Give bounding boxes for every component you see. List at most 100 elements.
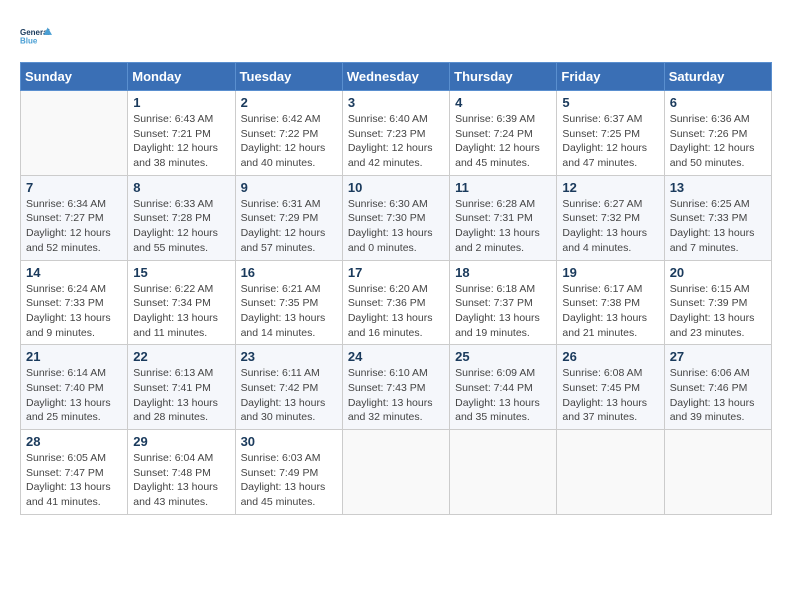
day-info-26: Sunrise: 6:08 AMSunset: 7:45 PMDaylight:… (562, 366, 658, 425)
day-cell-16: 16Sunrise: 6:21 AMSunset: 7:35 PMDayligh… (235, 260, 342, 345)
empty-cell (21, 91, 128, 176)
weekday-header-row: SundayMondayTuesdayWednesdayThursdayFrid… (21, 63, 772, 91)
logo-svg: General Blue (20, 20, 52, 52)
day-info-18: Sunrise: 6:18 AMSunset: 7:37 PMDaylight:… (455, 282, 551, 341)
day-info-9: Sunrise: 6:31 AMSunset: 7:29 PMDaylight:… (241, 197, 337, 256)
weekday-friday: Friday (557, 63, 664, 91)
day-number-22: 22 (133, 349, 229, 364)
day-number-11: 11 (455, 180, 551, 195)
day-number-10: 10 (348, 180, 444, 195)
day-info-19: Sunrise: 6:17 AMSunset: 7:38 PMDaylight:… (562, 282, 658, 341)
day-cell-22: 22 Sunrise: 6:13 AMSunset: 7:41 PMDayligh… (128, 345, 235, 430)
week-row-3: 14 Sunrise: 6:24 AMSunset: 7:33 PMDayligh… (21, 260, 772, 345)
day-cell-29: 29 Sunrise: 6:04 AMSunset: 7:48 PMDayligh… (128, 430, 235, 515)
day-cell-17: 17 Sunrise: 6:20 AMSunset: 7:36 PMDayligh… (342, 260, 449, 345)
day-number-19: 19 (562, 265, 658, 280)
day-info-16: Sunrise: 6:21 AMSunset: 7:35 PMDaylight:… (241, 282, 337, 341)
day-info-22: Sunrise: 6:13 AMSunset: 7:41 PMDaylight:… (133, 366, 229, 425)
day-cell-5: 5 Sunrise: 6:37 AMSunset: 7:25 PMDaylight… (557, 91, 664, 176)
day-number-25: 25 (455, 349, 551, 364)
day-info-8: Sunrise: 6:33 AMSunset: 7:28 PMDaylight:… (133, 197, 229, 256)
day-number-24: 24 (348, 349, 444, 364)
day-info-2: Sunrise: 6:42 AMSunset: 7:22 PMDaylight:… (241, 112, 337, 171)
day-info-24: Sunrise: 6:10 AMSunset: 7:43 PMDaylight:… (348, 366, 444, 425)
day-number-21: 21 (26, 349, 122, 364)
day-cell-11: 11 Sunrise: 6:28 AMSunset: 7:31 PMDayligh… (450, 175, 557, 260)
day-info-3: Sunrise: 6:40 AMSunset: 7:23 PMDaylight:… (348, 112, 444, 171)
day-info-1: Sunrise: 6:43 AMSunset: 7:21 PMDaylight:… (133, 112, 229, 171)
day-cell-4: 4Sunrise: 6:39 AMSunset: 7:24 PMDaylight… (450, 91, 557, 176)
day-number-12: 12 (562, 180, 658, 195)
day-number-18: 18 (455, 265, 551, 280)
day-info-17: Sunrise: 6:20 AMSunset: 7:36 PMDaylight:… (348, 282, 444, 341)
day-info-14: Sunrise: 6:24 AMSunset: 7:33 PMDaylight:… (26, 282, 122, 341)
day-number-30: 30 (241, 434, 337, 449)
weekday-thursday: Thursday (450, 63, 557, 91)
day-info-12: Sunrise: 6:27 AMSunset: 7:32 PMDaylight:… (562, 197, 658, 256)
day-cell-10: 10 Sunrise: 6:30 AMSunset: 7:30 PMDayligh… (342, 175, 449, 260)
day-cell-9: 9 Sunrise: 6:31 AMSunset: 7:29 PMDaylight… (235, 175, 342, 260)
day-cell-2: 2 Sunrise: 6:42 AMSunset: 7:22 PMDaylight… (235, 91, 342, 176)
day-number-2: 2 (241, 95, 337, 110)
svg-text:Blue: Blue (20, 36, 38, 45)
day-info-30: Sunrise: 6:03 AMSunset: 7:49 PMDaylight:… (241, 451, 337, 510)
week-row-1: 1 Sunrise: 6:43 AMSunset: 7:21 PMDaylight… (21, 91, 772, 176)
day-number-29: 29 (133, 434, 229, 449)
day-cell-7: 7 Sunrise: 6:34 AMSunset: 7:27 PMDaylight… (21, 175, 128, 260)
day-info-21: Sunrise: 6:14 AMSunset: 7:40 PMDaylight:… (26, 366, 122, 425)
day-cell-15: 15Sunrise: 6:22 AMSunset: 7:34 PMDayligh… (128, 260, 235, 345)
day-info-11: Sunrise: 6:28 AMSunset: 7:31 PMDaylight:… (455, 197, 551, 256)
page-header: General Blue (20, 20, 772, 52)
week-row-4: 21 Sunrise: 6:14 AMSunset: 7:40 PMDayligh… (21, 345, 772, 430)
day-cell-30: 30 Sunrise: 6:03 AMSunset: 7:49 PMDayligh… (235, 430, 342, 515)
day-cell-18: 18 Sunrise: 6:18 AMSunset: 7:37 PMDayligh… (450, 260, 557, 345)
day-cell-27: 27 Sunrise: 6:06 AMSunset: 7:46 PMDayligh… (664, 345, 771, 430)
weekday-monday: Monday (128, 63, 235, 91)
week-row-2: 7 Sunrise: 6:34 AMSunset: 7:27 PMDaylight… (21, 175, 772, 260)
day-cell-1: 1 Sunrise: 6:43 AMSunset: 7:21 PMDaylight… (128, 91, 235, 176)
weekday-saturday: Saturday (664, 63, 771, 91)
empty-cell (450, 430, 557, 515)
day-info-28: Sunrise: 6:05 AMSunset: 7:47 PMDaylight:… (26, 451, 122, 510)
day-cell-13: 13Sunrise: 6:25 AMSunset: 7:33 PMDayligh… (664, 175, 771, 260)
day-number-14: 14 (26, 265, 122, 280)
calendar-table: SundayMondayTuesdayWednesdayThursdayFrid… (20, 62, 772, 515)
day-number-23: 23 (241, 349, 337, 364)
day-cell-3: 3Sunrise: 6:40 AMSunset: 7:23 PMDaylight… (342, 91, 449, 176)
weekday-wednesday: Wednesday (342, 63, 449, 91)
day-cell-14: 14 Sunrise: 6:24 AMSunset: 7:33 PMDayligh… (21, 260, 128, 345)
day-info-23: Sunrise: 6:11 AMSunset: 7:42 PMDaylight:… (241, 366, 337, 425)
day-number-6: 6 (670, 95, 766, 110)
day-info-27: Sunrise: 6:06 AMSunset: 7:46 PMDaylight:… (670, 366, 766, 425)
day-info-20: Sunrise: 6:15 AMSunset: 7:39 PMDaylight:… (670, 282, 766, 341)
day-cell-6: 6Sunrise: 6:36 AMSunset: 7:26 PMDaylight… (664, 91, 771, 176)
empty-cell (342, 430, 449, 515)
logo: General Blue (20, 20, 52, 52)
day-number-5: 5 (562, 95, 658, 110)
day-cell-25: 25Sunrise: 6:09 AMSunset: 7:44 PMDayligh… (450, 345, 557, 430)
day-info-13: Sunrise: 6:25 AMSunset: 7:33 PMDaylight:… (670, 197, 766, 256)
day-cell-8: 8 Sunrise: 6:33 AMSunset: 7:28 PMDaylight… (128, 175, 235, 260)
day-info-7: Sunrise: 6:34 AMSunset: 7:27 PMDaylight:… (26, 197, 122, 256)
day-number-17: 17 (348, 265, 444, 280)
day-number-27: 27 (670, 349, 766, 364)
day-cell-20: 20 Sunrise: 6:15 AMSunset: 7:39 PMDayligh… (664, 260, 771, 345)
day-cell-24: 24 Sunrise: 6:10 AMSunset: 7:43 PMDayligh… (342, 345, 449, 430)
day-cell-23: 23 Sunrise: 6:11 AMSunset: 7:42 PMDayligh… (235, 345, 342, 430)
day-cell-26: 26Sunrise: 6:08 AMSunset: 7:45 PMDayligh… (557, 345, 664, 430)
day-number-4: 4 (455, 95, 551, 110)
day-number-15: 15 (133, 265, 229, 280)
day-info-29: Sunrise: 6:04 AMSunset: 7:48 PMDaylight:… (133, 451, 229, 510)
day-number-8: 8 (133, 180, 229, 195)
day-info-10: Sunrise: 6:30 AMSunset: 7:30 PMDaylight:… (348, 197, 444, 256)
empty-cell (557, 430, 664, 515)
day-cell-12: 12 Sunrise: 6:27 AMSunset: 7:32 PMDayligh… (557, 175, 664, 260)
day-cell-28: 28 Sunrise: 6:05 AMSunset: 7:47 PMDayligh… (21, 430, 128, 515)
day-number-20: 20 (670, 265, 766, 280)
empty-cell (664, 430, 771, 515)
day-number-1: 1 (133, 95, 229, 110)
day-info-5: Sunrise: 6:37 AMSunset: 7:25 PMDaylight:… (562, 112, 658, 171)
day-number-28: 28 (26, 434, 122, 449)
day-number-7: 7 (26, 180, 122, 195)
day-number-9: 9 (241, 180, 337, 195)
